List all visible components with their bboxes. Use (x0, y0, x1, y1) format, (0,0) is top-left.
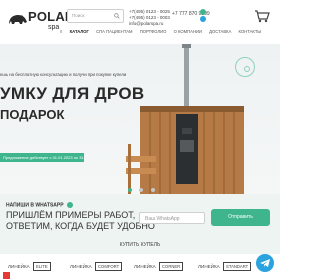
telegram-plane-icon (260, 259, 270, 267)
whatsapp-heading: НАПИШИ В WHATSAPP (6, 202, 73, 208)
tab-tag: STANDART (223, 262, 252, 271)
whatsapp-line-1: ПРИШЛЁМ ПРИМЕРЫ РАБОТ, (6, 210, 136, 220)
slider-dot-3[interactable] (150, 188, 155, 192)
tab-label: ЛИНЕЙКА ELITE (8, 262, 51, 271)
tab-tag: ELITE (33, 262, 51, 271)
whatsapp-heading-text: НАПИШИ В WHATSAPP (6, 202, 64, 209)
tab-label: ЛИНЕЙКА COMFORT (70, 262, 123, 271)
nav-item-catalog[interactable]: КАТАЛОГ (70, 29, 89, 34)
hero-title: УМКУ ДЛЯ ДРОВ (0, 84, 145, 103)
whatsapp-number-input[interactable]: Ваш WhatsApp (139, 212, 205, 224)
main-nav: ≡ КАТАЛОГ СПА ПАЦИЕНТАМ ПОРТФОЛИО О КОМП… (60, 29, 267, 37)
header: POLAR spa Поиск +7(495) 0123 - 0025 +7(4… (0, 0, 280, 44)
tab-label-text: ЛИНЕЙКА (198, 264, 220, 269)
email-link[interactable]: info@polarspa.ru (129, 21, 170, 27)
nav-item-about[interactable]: О КОМПАНИИ (174, 29, 202, 34)
search-input[interactable]: Поиск (67, 9, 124, 23)
tab-tag: COMFORT (95, 262, 123, 271)
menu-burger-icon[interactable]: ≡ (60, 29, 62, 34)
product-lines: ЛИНЕЙКА ELITE ЛИНЕЙКА COMFORT ЛИНЕЙКА CO… (0, 254, 280, 280)
slider-dot-1[interactable] (128, 188, 132, 192)
tab-label: ЛИНЕЙКА STANDART (198, 262, 252, 271)
search-placeholder: Поиск (72, 13, 85, 18)
nav-item-patients[interactable]: СПА ПАЦИЕНТАМ (96, 29, 132, 34)
send-button[interactable]: Отправить (211, 209, 270, 226)
telegram-float-button[interactable] (256, 254, 274, 272)
bear-logo-icon (9, 15, 27, 24)
messenger-icons (200, 9, 212, 23)
hero-subtitle: ПОДАРОК (0, 107, 65, 122)
cart-icon[interactable] (254, 9, 270, 23)
nav-item-contacts[interactable]: КОНТАКТЫ (239, 29, 262, 34)
brand-sub: spa (48, 24, 60, 31)
product-tab-standart[interactable]: ЛИНЕЙКА STANDART (190, 254, 252, 280)
slider-dot-2[interactable] (139, 188, 144, 192)
product-tab-corner[interactable]: ЛИНЕЙКА CORNER (126, 254, 185, 280)
nav-item-delivery[interactable]: ДОСТАВКА (209, 29, 231, 34)
products-title: КУПИТЬ КУПЕЛЬ (119, 242, 161, 248)
tab-tag: CORNER (159, 262, 184, 271)
whatsapp-line-2: ОТВЕТИМ, КОГДА БУДЕТ УДОБНО (6, 221, 155, 231)
tab-label: ЛИНЕЙКА CORNER (134, 262, 184, 271)
whatsapp-icon[interactable] (200, 9, 206, 15)
tab-label-text: ЛИНЕЙКА (70, 264, 92, 269)
decor-ring-small (244, 66, 250, 72)
logo[interactable]: POLAR spa (6, 6, 74, 34)
nav-item-portfolio[interactable]: ПОРТФОЛИО (140, 29, 167, 34)
telegram-icon[interactable] (200, 16, 206, 22)
tab-label-text: ЛИНЕЙКА (134, 264, 156, 269)
product-tab-comfort[interactable]: ЛИНЕЙКА COMFORT (62, 254, 123, 280)
whatsapp-icon (66, 202, 73, 208)
search-icon (114, 13, 120, 19)
slider-dots (128, 179, 158, 194)
flag-icon (3, 272, 10, 279)
hero-intro: ешь на бесплатную консультацию и получи … (0, 72, 127, 77)
contact-block: +7(495) 0123 - 0025 +7(495) 0123 - 0003 … (129, 9, 170, 27)
tab-label-text: ЛИНЕЙКА (8, 264, 30, 269)
offer-badge: Предложение действует с 01.01.2023 по 31… (0, 153, 84, 162)
